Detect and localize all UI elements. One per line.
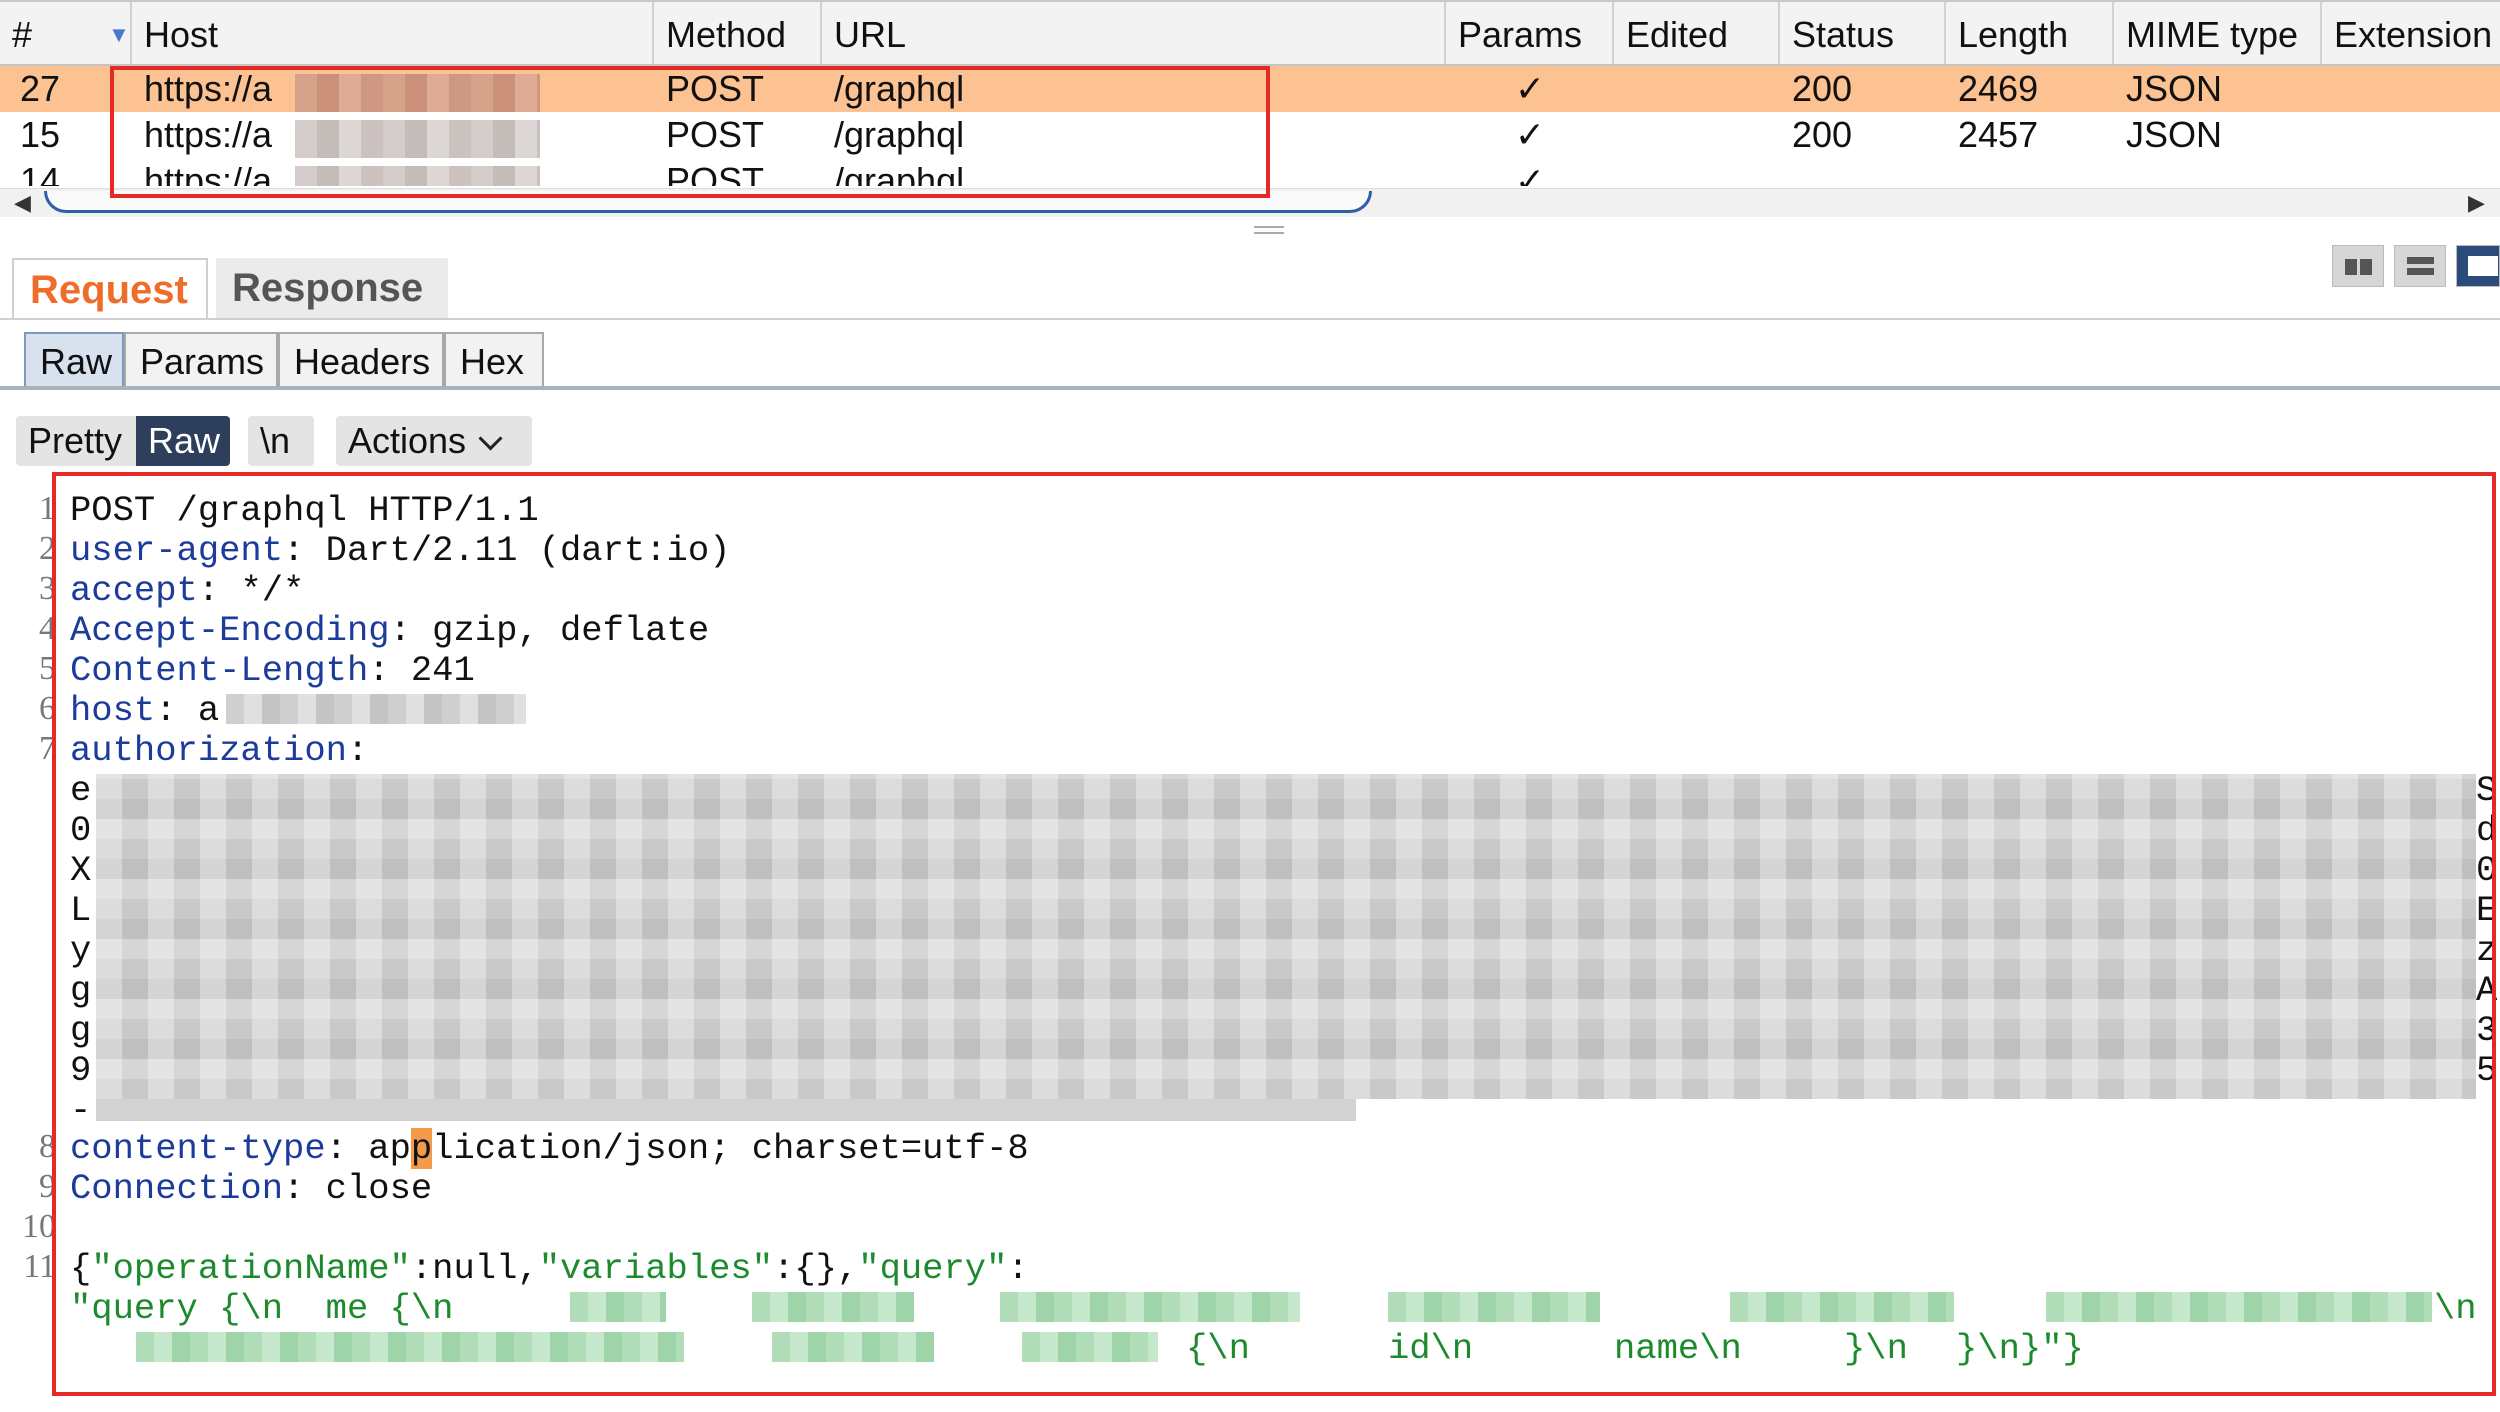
column-header-number[interactable]: # ▼ <box>0 2 132 64</box>
row-length: 2457 <box>1958 114 2039 155</box>
column-header-extension[interactable]: Extension <box>2322 2 2500 64</box>
column-header-method[interactable]: Method <box>654 2 822 64</box>
line-number: 6 <box>39 690 56 727</box>
annotation-box-table <box>110 66 1270 198</box>
layout-tabs-button[interactable] <box>2456 245 2500 287</box>
layout-side-by-side-button[interactable] <box>2332 245 2384 287</box>
line-number: 11 <box>23 1248 56 1285</box>
column-header-mime-type[interactable]: MIME type <box>2114 2 2322 64</box>
row-number: 14 <box>20 160 61 186</box>
splitter-grip-icon[interactable] <box>1254 226 1284 234</box>
column-header-length[interactable]: Length <box>1946 2 2114 64</box>
line-number: 2 <box>39 530 56 567</box>
column-header-edited[interactable]: Edited <box>1614 2 1780 64</box>
layout-stacked-button[interactable] <box>2394 245 2446 287</box>
line-number: 5 <box>39 650 56 687</box>
row-status: 200 <box>1792 68 1853 109</box>
row-number: 15 <box>20 114 61 155</box>
row-params-check: ✓ <box>1514 114 1546 155</box>
tabs-divider <box>0 318 2500 320</box>
row-mime-type: JSON <box>2126 68 2223 109</box>
row-mime-type: JSON <box>2126 114 2223 155</box>
line-number: 10 <box>22 1208 56 1245</box>
proxy-history-table: # ▼ Host Method URL Params Edited Status … <box>0 0 2500 218</box>
subtab-raw[interactable]: Raw <box>24 332 124 388</box>
column-header-host[interactable]: Host <box>132 2 654 64</box>
line-number: 4 <box>39 610 56 647</box>
line-number: 3 <box>39 570 56 607</box>
scroll-left-icon[interactable]: ◀ <box>14 189 31 217</box>
raw-button[interactable]: Raw <box>136 416 230 466</box>
row-number: 27 <box>20 68 61 109</box>
pretty-button[interactable]: Pretty <box>16 416 136 466</box>
row-params-check: ✓ <box>1514 160 1546 186</box>
subtab-params[interactable]: Params <box>124 332 278 388</box>
row-length: 2469 <box>1958 68 2039 109</box>
sort-desc-icon: ▼ <box>108 22 130 47</box>
column-header-status[interactable]: Status <box>1780 2 1946 64</box>
column-header-params[interactable]: Params <box>1446 2 1614 64</box>
actions-dropdown[interactable]: Actions <box>336 416 532 466</box>
single-pane-icon <box>2468 256 2498 276</box>
column-header-url[interactable]: URL <box>822 2 1446 64</box>
columns-icon <box>2345 259 2372 275</box>
line-number: 8 <box>39 1128 56 1165</box>
line-number: 1 <box>39 490 56 527</box>
table-header-row: # ▼ Host Method URL Params Edited Status … <box>0 0 2500 66</box>
subtabs-divider <box>0 386 2500 390</box>
request-raw-editor[interactable]: 1 2 3 4 5 6 7 8 9 10 11 POST /graphql HT… <box>0 472 2500 1412</box>
row-status: 200 <box>1792 114 1853 155</box>
newline-toggle-button[interactable]: \n <box>248 416 314 466</box>
line-number: 7 <box>39 730 56 767</box>
annotation-box-request <box>52 472 2496 1396</box>
pane-splitter[interactable] <box>0 218 2500 242</box>
subtab-hex[interactable]: Hex <box>444 332 544 388</box>
tab-request[interactable]: Request <box>12 258 208 318</box>
actions-label: Actions <box>348 420 467 461</box>
chevron-down-icon <box>478 426 503 451</box>
subtab-headers[interactable]: Headers <box>278 332 444 388</box>
line-number: 9 <box>39 1168 56 1205</box>
rows-icon <box>2407 257 2434 275</box>
tab-response[interactable]: Response <box>216 258 448 318</box>
row-params-check: ✓ <box>1514 68 1546 109</box>
scroll-right-icon[interactable]: ▶ <box>2468 189 2485 217</box>
